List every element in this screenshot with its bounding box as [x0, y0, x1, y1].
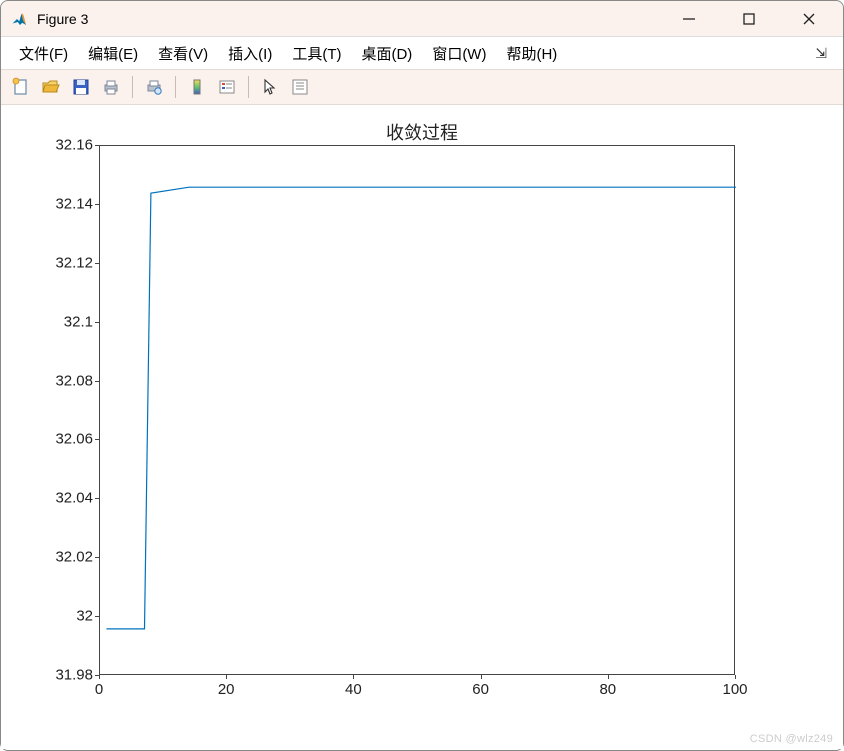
insert-legend-button[interactable]: [213, 73, 241, 101]
y-tick-label: 32.14: [37, 195, 93, 212]
insert-colorbar-button[interactable]: [183, 73, 211, 101]
y-tick-label: 32.08: [37, 372, 93, 389]
toolbar-separator: [175, 76, 176, 98]
menu-help[interactable]: 帮助(H): [498, 39, 565, 68]
maximize-button[interactable]: [719, 1, 779, 37]
chart-title: 收敛过程: [1, 119, 843, 145]
x-tick-label: 20: [218, 681, 235, 698]
print-button[interactable]: [97, 73, 125, 101]
menu-overflow-icon[interactable]: ⇲: [815, 45, 833, 62]
series-line: [106, 187, 736, 629]
figure-canvas: 收敛过程 CSDN @wlz249 31.98 32 32.02 32.04 32.06…: [1, 105, 843, 749]
print-preview-button[interactable]: [140, 73, 168, 101]
y-tick-label: 31.98: [37, 667, 93, 684]
x-tick-label: 0: [95, 681, 103, 698]
menu-insert[interactable]: 插入(I): [220, 39, 280, 68]
y-tick-label: 32.1: [37, 313, 93, 330]
watermark: CSDN @wlz249: [750, 733, 833, 745]
close-button[interactable]: [779, 1, 839, 37]
x-tick-label: 40: [345, 681, 362, 698]
menu-edit[interactable]: 编辑(E): [80, 39, 146, 68]
menu-view[interactable]: 查看(V): [150, 39, 216, 68]
new-figure-button[interactable]: [7, 73, 35, 101]
pointer-button[interactable]: [256, 73, 284, 101]
y-tick-label: 32.12: [37, 254, 93, 271]
axes[interactable]: [99, 145, 735, 675]
title-bar: Figure 3: [1, 1, 843, 37]
y-tick-label: 32: [37, 608, 93, 625]
window-title: Figure 3: [37, 11, 659, 27]
y-tick-label: 32.02: [37, 549, 93, 566]
menu-tools[interactable]: 工具(T): [284, 39, 349, 68]
toolbar: [1, 69, 843, 105]
x-tick-label: 100: [722, 681, 747, 698]
minimize-button[interactable]: [659, 1, 719, 37]
matlab-icon: [11, 10, 29, 28]
x-tick-label: 80: [599, 681, 616, 698]
line-plot: [100, 146, 736, 676]
open-button[interactable]: [37, 73, 65, 101]
toolbar-separator: [248, 76, 249, 98]
menu-bar: 文件(F) 编辑(E) 查看(V) 插入(I) 工具(T) 桌面(D) 窗口(W…: [1, 37, 843, 69]
y-tick-label: 32.04: [37, 490, 93, 507]
data-cursor-button[interactable]: [286, 73, 314, 101]
menu-file[interactable]: 文件(F): [11, 39, 76, 68]
y-tick-label: 32.16: [37, 137, 93, 154]
save-button[interactable]: [67, 73, 95, 101]
x-tick-label: 60: [472, 681, 489, 698]
menu-desktop[interactable]: 桌面(D): [353, 39, 420, 68]
menu-window[interactable]: 窗口(W): [424, 39, 494, 68]
y-tick-label: 32.06: [37, 431, 93, 448]
toolbar-separator: [132, 76, 133, 98]
